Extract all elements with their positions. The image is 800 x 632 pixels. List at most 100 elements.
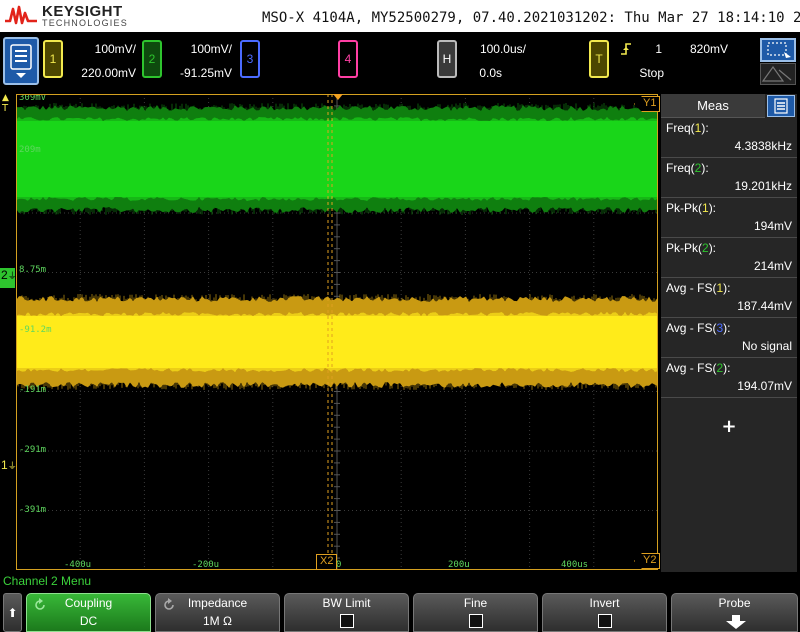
fine-label: Fine xyxy=(463,596,488,610)
rising-edge-icon xyxy=(621,43,631,55)
trigger-key: T xyxy=(595,52,603,66)
measurements-panel: Meas Freq(1): 4.3838kHz Freq(2): 19.201kHz P… xyxy=(661,94,797,572)
y-axis-label: 209m xyxy=(19,145,41,155)
measurement-value: 214mV xyxy=(753,259,792,273)
softkey-menu-title: Channel 2 Menu xyxy=(3,574,92,588)
instrument-info: MSO-X 4104A, MY52500279, 07.40.202103120… xyxy=(262,10,800,26)
impedance-value: 1M Ω xyxy=(203,614,232,628)
measurement-value: No signal xyxy=(741,339,792,353)
select-region-icon xyxy=(767,42,791,58)
invert-label: Invert xyxy=(589,596,620,610)
measure-delta-button[interactable] xyxy=(760,63,796,85)
measurement-label: Pk-Pk(1): xyxy=(666,201,717,215)
measurements-menu-button[interactable] xyxy=(767,95,795,117)
trigger-button[interactable]: T xyxy=(589,40,609,78)
zoom-select-button[interactable] xyxy=(760,38,796,62)
bw-limit-checkbox[interactable] xyxy=(340,614,354,628)
channel-1-button[interactable]: 1 xyxy=(43,40,63,78)
back-arrow-icon: ⬆ xyxy=(7,605,18,620)
y-axis-label: -91.2m xyxy=(19,325,52,335)
channel-2-offset: -91.25mV xyxy=(179,66,232,80)
x-axis-label: -400u xyxy=(64,560,91,570)
x-axis-label: -200u xyxy=(192,560,219,570)
measurement-value: 194.07mV xyxy=(737,379,792,393)
measurement-value: 194mV xyxy=(753,219,792,233)
fine-softkey[interactable]: Fine xyxy=(413,593,538,632)
invert-softkey[interactable]: Invert xyxy=(542,593,667,632)
measurement-row[interactable]: Avg - FS(1): 187.44mV xyxy=(661,278,797,318)
measurement-label: Freq(2): xyxy=(666,161,709,175)
coupling-value: DC xyxy=(79,614,98,628)
menu-icon xyxy=(10,44,32,78)
x-axis-label: 200u xyxy=(448,560,470,570)
channel-3-number: 3 xyxy=(246,52,254,66)
measurement-row[interactable]: Pk-Pk(2): 214mV xyxy=(661,238,797,278)
coupling-softkey[interactable]: Coupling DC xyxy=(26,593,151,632)
channel-2-button[interactable]: 2 xyxy=(142,40,162,78)
list-icon xyxy=(774,98,788,114)
channel-1-waveform-core xyxy=(16,312,658,372)
probe-label: Probe xyxy=(718,596,751,610)
bw-limit-softkey[interactable]: BW Limit xyxy=(284,593,409,632)
submenu-arrow-icon xyxy=(726,615,746,629)
measurement-value: 187.44mV xyxy=(737,299,792,313)
trigger-state: Stop xyxy=(639,66,664,80)
channel-4-number: 4 xyxy=(344,52,352,66)
channel-1-offset: 220.00mV xyxy=(81,66,136,80)
measurement-row[interactable]: Freq(1): 4.3838kHz xyxy=(661,118,797,158)
measurements-title: Meas xyxy=(661,94,765,118)
horizontal-button[interactable]: H xyxy=(437,40,457,78)
bw-limit-label: BW Limit xyxy=(322,596,371,610)
impedance-softkey[interactable]: Impedance 1M Ω xyxy=(155,593,280,632)
invert-checkbox[interactable] xyxy=(598,614,612,628)
channel-1-scale: 100mV/ xyxy=(94,42,136,56)
y-axis-label: -191m xyxy=(19,385,46,395)
measurement-value: 4.3838kHz xyxy=(734,139,792,153)
horizontal-scale: 100.0us/ xyxy=(479,42,526,56)
add-measurement-button[interactable]: + xyxy=(661,414,797,438)
back-button[interactable]: ⬆ xyxy=(3,593,22,632)
measurement-row[interactable]: Pk-Pk(1): 194mV xyxy=(661,198,797,238)
channel-2-number: 2 xyxy=(148,52,156,66)
channel-2-waveform xyxy=(16,103,658,215)
measurement-label: Avg - FS(3): xyxy=(666,321,731,335)
measurement-label: Avg - FS(1): xyxy=(666,281,731,295)
trigger-level: 820mV xyxy=(689,42,728,56)
probe-softkey[interactable]: Probe xyxy=(671,593,798,632)
trigger-source: 1 xyxy=(655,42,662,56)
delta-icon xyxy=(761,65,792,82)
measurement-source: 1 xyxy=(702,201,709,215)
top-bar: KEYSIGHT TECHNOLOGIES MSO-X 4104A, MY525… xyxy=(0,0,800,32)
keysight-logo-icon xyxy=(5,5,37,25)
channel-1-waveform xyxy=(16,294,658,390)
measurement-label: Avg - FS(2): xyxy=(666,361,731,375)
channel-1-ground-marker[interactable]: 1⏚ xyxy=(0,458,17,478)
y-axis-label: 309mV xyxy=(19,94,47,103)
channel-3-button[interactable]: 3 xyxy=(240,40,260,78)
measurement-row[interactable]: Avg - FS(2): 194.07mV xyxy=(661,358,797,398)
y-axis-label: -391m xyxy=(19,505,46,515)
waveform-display[interactable]: 309mV 209m 8.75m -91.2m -191m -291m -391m -400… xyxy=(16,94,658,570)
horizontal-delay: 0.0s xyxy=(479,66,502,80)
oscilloscope-screen: KEYSIGHT TECHNOLOGIES MSO-X 4104A, MY525… xyxy=(0,0,800,632)
fine-checkbox[interactable] xyxy=(469,614,483,628)
measurement-value: 19.201kHz xyxy=(734,179,792,193)
y-axis-label: 8.75m xyxy=(19,265,46,275)
channel-bar xyxy=(0,32,800,92)
brand-sub: TECHNOLOGIES xyxy=(42,18,128,28)
measurement-label: Pk-Pk(2): xyxy=(666,241,717,255)
coupling-label: Coupling xyxy=(64,596,113,610)
trigger-level-marker: ▲ T xyxy=(2,93,9,114)
channel-2-scale: 100mV/ xyxy=(190,42,232,56)
channel-4-button[interactable]: 4 xyxy=(338,40,358,78)
y-axis-label: -291m xyxy=(19,445,46,455)
measurement-row[interactable]: Avg - FS(3): No signal xyxy=(661,318,797,358)
impedance-label: Impedance xyxy=(187,596,248,610)
channel-2-ground-marker[interactable]: 2⏚ xyxy=(0,268,17,288)
cursor-x2-label[interactable]: X2 xyxy=(316,554,338,570)
channel-2-waveform-core xyxy=(16,117,658,201)
main-menu-button[interactable] xyxy=(3,37,39,85)
channel-1-number: 1 xyxy=(49,52,57,66)
measurement-row[interactable]: Freq(2): 19.201kHz xyxy=(661,158,797,198)
x-axis-label: 400us xyxy=(561,560,588,570)
